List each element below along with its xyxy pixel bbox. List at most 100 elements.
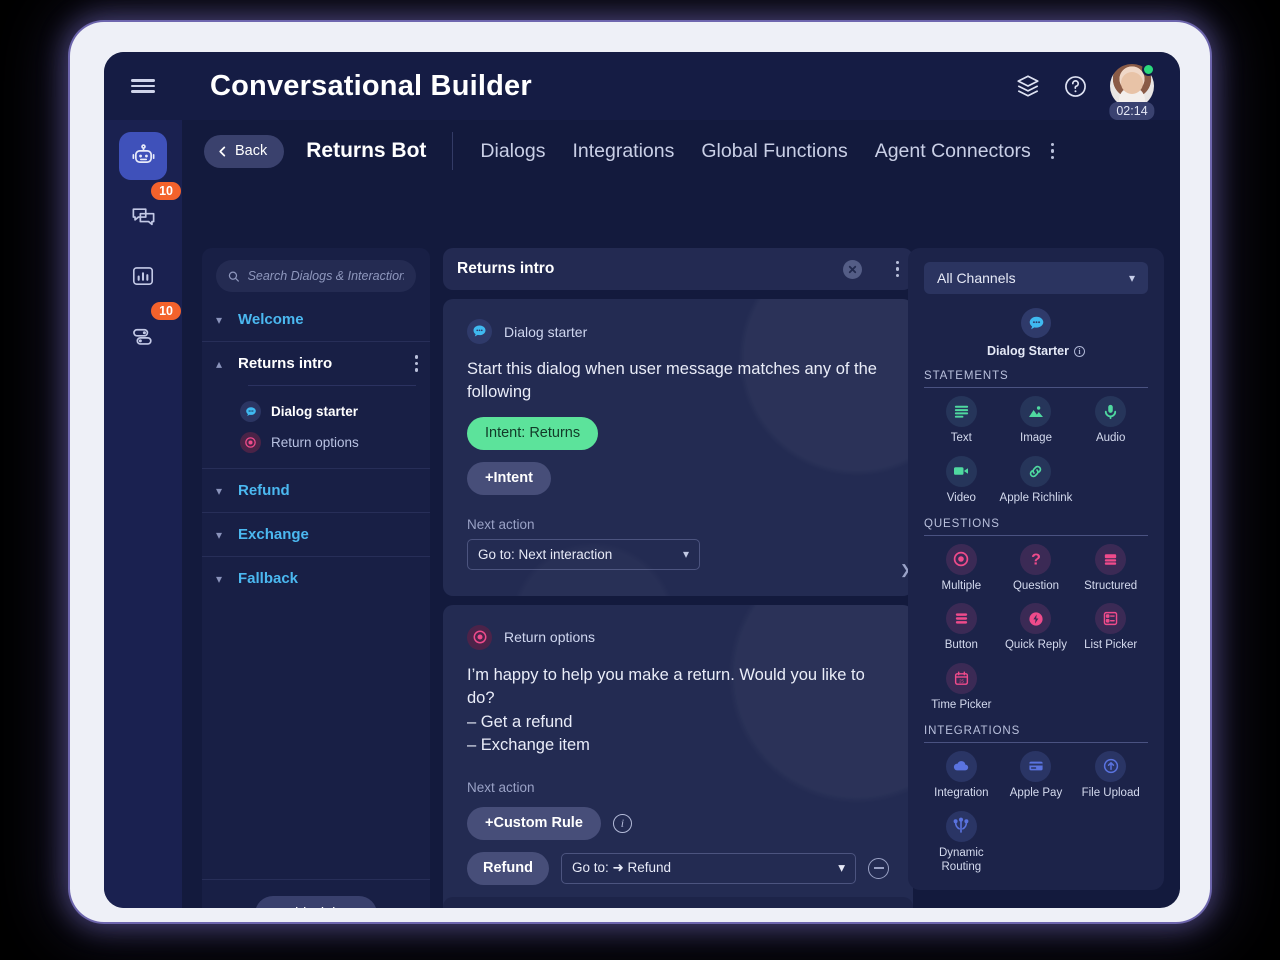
search-dialogs-box[interactable] xyxy=(216,260,416,292)
rule-target-select-refund[interactable]: Go to: ➜ Refund ▾ xyxy=(560,852,856,884)
tab-dialogs[interactable]: Dialogs xyxy=(480,140,545,163)
component-list-picker[interactable]: List Picker xyxy=(1073,603,1148,653)
component-apple-richlink[interactable]: Apple Richlink xyxy=(999,455,1074,506)
tab-global-functions[interactable]: Global Functions xyxy=(701,140,847,163)
canvas-kebab-icon[interactable] xyxy=(895,260,899,278)
component-multiple[interactable]: Multiple xyxy=(924,543,999,594)
interaction-title: Return options xyxy=(504,629,596,646)
chat-bubbles-icon xyxy=(132,207,154,225)
rail-item-settings[interactable]: 10 xyxy=(119,302,181,360)
info-icon[interactable]: i xyxy=(1073,345,1085,357)
component-image[interactable]: Image xyxy=(999,396,1074,446)
close-icon[interactable] xyxy=(842,259,862,279)
chevron-down-icon: ▾ xyxy=(1128,271,1135,285)
dialog-group-returns-intro: ▴ Returns intro Dialog starter Return op… xyxy=(202,342,430,469)
component-audio[interactable]: Audio xyxy=(1073,396,1148,446)
canvas-card-tools xyxy=(842,259,899,279)
dialog-group-header-welcome[interactable]: ▾ Welcome xyxy=(202,298,430,341)
component-time-picker[interactable]: 25 Time Picker xyxy=(924,663,999,713)
dialog-group-name: Returns intro xyxy=(238,355,333,372)
radio-target-glyph xyxy=(473,630,486,644)
component-structured[interactable]: Structured xyxy=(1073,543,1148,594)
chevron-down-icon: ▾ xyxy=(216,571,223,586)
component-label: Integration xyxy=(934,786,989,799)
dialog-group-refund: ▾ Refund xyxy=(202,469,430,513)
component-file-upload[interactable]: File Upload xyxy=(1073,750,1148,801)
next-action-select[interactable]: Go to: Next interaction ▾ xyxy=(467,538,700,570)
channel-selector[interactable]: All Channels ▾ xyxy=(924,262,1148,294)
chevron-up-icon: ▴ xyxy=(216,356,223,371)
radio-target-icon xyxy=(240,432,261,453)
statements-grid: Text Image Audio Video Apple Richlink xyxy=(924,396,1148,506)
component-apple-pay[interactable]: Apple Pay xyxy=(999,750,1074,801)
component-text[interactable]: Text xyxy=(924,396,999,446)
dialog-group-header-returns-intro[interactable]: ▴ Returns intro xyxy=(202,342,430,385)
nav-overflow-kebab-icon[interactable] xyxy=(1050,142,1055,160)
app-screen: Conversational Builder 02:14 10 10 Back … xyxy=(104,52,1180,908)
bot-name: Returns Bot xyxy=(306,139,427,162)
nav-divider xyxy=(452,132,454,170)
components-panel: All Channels ▾ Dialog Starter i STATEMEN… xyxy=(908,248,1164,890)
dialog-group-welcome: ▾ Welcome xyxy=(202,298,430,342)
bottom-component-toolbar: ? 25 xyxy=(443,897,913,908)
add-custom-rule-button[interactable]: +Custom Rule xyxy=(467,806,601,840)
list-picker-icon xyxy=(1095,603,1127,635)
tab-agent-connectors[interactable]: Agent Connectors xyxy=(875,140,1031,163)
layers-icon[interactable] xyxy=(1015,73,1041,99)
add-intent-button[interactable]: +Intent xyxy=(467,461,551,495)
channel-selector-value: All Channels xyxy=(937,270,1016,286)
avatar[interactable]: 02:14 xyxy=(1109,63,1155,120)
radio-target-icon xyxy=(467,624,492,650)
dialog-group-exchange: ▾ Exchange xyxy=(202,513,430,557)
info-icon[interactable]: i xyxy=(612,813,632,833)
divider xyxy=(248,385,416,386)
dialog-group-header-exchange[interactable]: ▾ Exchange xyxy=(202,513,430,556)
bar-chart-icon xyxy=(132,267,154,285)
component-quick-reply[interactable]: Quick Reply xyxy=(999,603,1074,653)
help-circle-icon[interactable] xyxy=(1063,74,1088,99)
back-button[interactable]: Back xyxy=(204,134,285,168)
hamburger-icon[interactable] xyxy=(104,52,182,120)
add-dialog-button[interactable]: Add Dialog xyxy=(254,896,378,908)
next-action-value: Go to: Next interaction xyxy=(478,546,613,562)
video-camera-icon xyxy=(945,455,977,487)
interaction-header: Return options xyxy=(467,624,889,650)
chat-bubble-glyph xyxy=(473,325,486,337)
component-dynamic-routing[interactable]: Dynamic Routing xyxy=(924,810,999,875)
component-label: Apple Pay xyxy=(1009,786,1063,799)
list-item-label: Return options xyxy=(271,435,359,450)
left-icon-rail: 10 10 xyxy=(104,120,182,908)
nav-tabs: Dialogs Integrations Global Functions Ag… xyxy=(480,140,1030,163)
dialog-group-name: Fallback xyxy=(238,570,299,587)
component-label: File Upload xyxy=(1081,786,1140,799)
structured-card-icon xyxy=(1095,543,1127,575)
upload-circle-icon xyxy=(1095,750,1127,782)
credit-card-icon xyxy=(1020,750,1052,782)
svg-text:?: ? xyxy=(1031,552,1041,569)
svg-text:25: 25 xyxy=(959,678,964,683)
text-lines-icon xyxy=(945,396,977,427)
dialog-group-header-refund[interactable]: ▾ Refund xyxy=(202,469,430,512)
next-action-label: Next action xyxy=(467,516,535,532)
component-button[interactable]: Button xyxy=(924,603,999,653)
chat-bubble-icon xyxy=(240,401,261,422)
tab-integrations[interactable]: Integrations xyxy=(572,140,674,163)
component-video[interactable]: Video xyxy=(924,455,999,506)
remove-rule-icon[interactable] xyxy=(868,857,889,879)
canvas-card-header: Returns intro xyxy=(443,248,913,290)
search-input[interactable] xyxy=(247,269,404,283)
component-question[interactable]: ? Question xyxy=(999,543,1074,594)
intent-pill[interactable]: Intent: Returns xyxy=(467,416,599,450)
rail-item-analytics[interactable] xyxy=(119,252,167,300)
dialog-starter-component[interactable]: Dialog Starter i xyxy=(924,308,1148,358)
dialog-group-kebab-icon[interactable] xyxy=(414,355,418,372)
interaction-body: Start this dialog when user message matc… xyxy=(467,360,877,402)
dialog-group-header-fallback[interactable]: ▾ Fallback xyxy=(202,557,430,600)
list-item-dialog-starter[interactable]: Dialog starter xyxy=(202,396,430,427)
chevron-left-icon xyxy=(219,146,226,156)
rail-item-conversations[interactable]: 10 xyxy=(119,182,181,240)
list-item-return-options[interactable]: Return options xyxy=(202,427,430,458)
rail-item-bot[interactable] xyxy=(119,132,167,180)
rule-key-refund[interactable]: Refund xyxy=(467,851,549,885)
component-integration[interactable]: Integration xyxy=(924,750,999,801)
